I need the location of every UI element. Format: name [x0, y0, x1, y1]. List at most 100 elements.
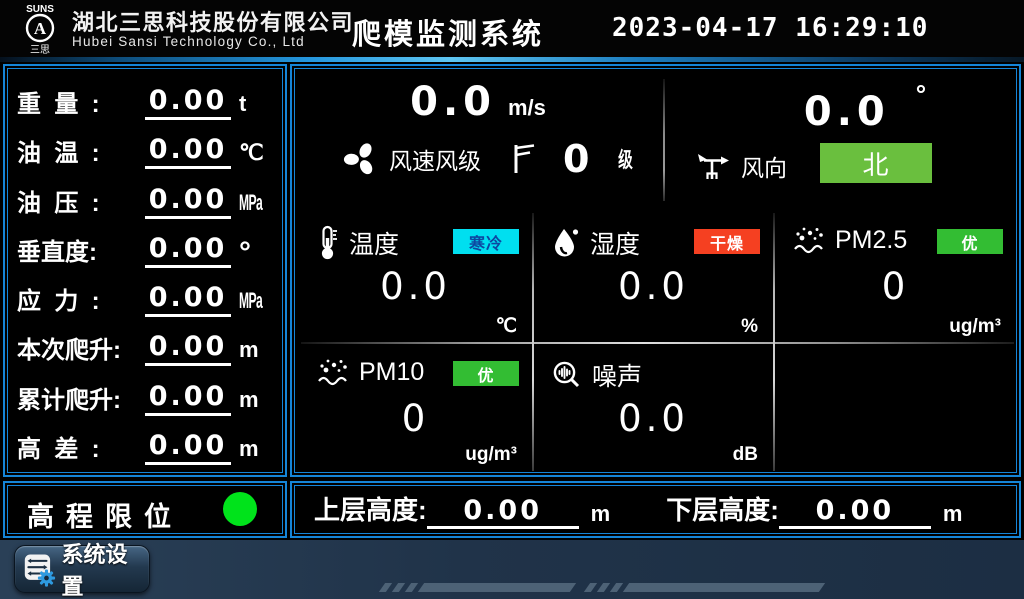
datetime-display: 2023-04-17 16:29:10 — [612, 13, 928, 43]
wind-speed-unit: m/s — [508, 95, 546, 121]
wind-speed-value-group: 0.0 m/s — [333, 79, 623, 125]
upper-height-value: 0.00 — [427, 495, 579, 529]
header-divider — [0, 57, 1024, 62]
metric-label: 应 力 : — [17, 281, 145, 319]
env-cell-name: 湿度 — [590, 225, 640, 261]
env-cell-pm10: PM10 优 0 ug/m³ — [301, 345, 530, 469]
footer-decoration — [382, 583, 822, 592]
env-cell-value: 0 — [301, 397, 530, 440]
metric-label: 重 量 : — [17, 84, 145, 122]
env-cell-name: PM10 — [359, 358, 424, 387]
metric-label: 油 温 : — [17, 133, 145, 171]
metric-value: 0.00 — [145, 233, 231, 268]
wind-direction-label-group: 风向 — [695, 149, 787, 183]
wind-direction-value: 0.0 — [804, 89, 890, 135]
metric-unit: m — [239, 337, 275, 368]
wind-flag-icon — [511, 142, 537, 176]
metric-row-stress: 应 力 : 0.00 MPa — [17, 273, 275, 319]
wind-direction-badge: 北 — [820, 143, 932, 183]
lower-height-group: 下层高度: 0.00 m — [666, 490, 962, 529]
metric-unit: MPa — [239, 190, 275, 221]
metric-unit: m — [239, 436, 275, 467]
sliders-gear-icon — [23, 550, 56, 588]
status-badge: 寒冷 — [453, 229, 519, 254]
metric-row-oil-temp: 油 温 : 0.00 ℃ — [17, 125, 275, 171]
metric-value: 0.00 — [145, 282, 231, 317]
env-cell-empty — [777, 345, 1014, 469]
wind-level-value: 0 — [563, 137, 589, 181]
metric-value: 0.00 — [145, 381, 231, 416]
env-cell-humidity: 湿度 干燥 0.0 % — [536, 213, 771, 341]
lower-height-unit: m — [943, 501, 963, 529]
env-cell-unit: dB — [733, 444, 758, 466]
metric-value: 0.00 — [145, 331, 231, 366]
metric-label: 油 压 : — [17, 183, 145, 221]
wind-speed-value: 0.0 — [410, 79, 496, 125]
elevation-limit-box: 高程限位 — [3, 481, 287, 538]
metrics-panel: 重 量 : 0.00 t 油 温 : 0.00 ℃ 油 压 : 0.00 MPa… — [3, 64, 287, 477]
company-name-en: Hubei Sansi Technology Co., Ltd — [72, 34, 305, 49]
metric-unit: ℃ — [239, 140, 275, 171]
svg-text:A: A — [34, 19, 47, 38]
metric-unit: MPa — [239, 288, 275, 319]
metric-row-verticality: 垂直度: 0.00 ° — [17, 224, 275, 270]
metric-row-current-climb: 本次爬升: 0.00 m — [17, 322, 275, 368]
metric-unit: ° — [239, 241, 275, 270]
wind-direction-unit: ° — [916, 79, 926, 109]
env-cell-name: 温度 — [349, 225, 399, 261]
env-cell-noise: 噪声 0.0 dB — [536, 345, 771, 469]
wind-direction-value-group: 0.0 ° — [755, 79, 975, 135]
status-badge: 干燥 — [694, 229, 760, 254]
env-cell-name: 噪声 — [592, 357, 642, 393]
env-cell-name: PM2.5 — [835, 226, 907, 255]
env-cell-temperature: 温度 寒冷 0.0 ℃ — [301, 213, 530, 341]
upper-height-label: 上层高度: — [314, 490, 427, 529]
metric-row-oil-pressure: 油 压 : 0.00 MPa — [17, 175, 275, 221]
svg-text:三思: 三思 — [30, 44, 50, 56]
wind-vane-icon — [695, 150, 731, 182]
env-cell-unit: ℃ — [496, 315, 517, 338]
grid-col-divider — [773, 213, 775, 471]
fan-icon — [343, 141, 379, 177]
wind-speed-label-group: 风速风级 0 级 — [343, 137, 636, 181]
app-window: SUNS A 三思 湖北三思科技股份有限公司 Hubei Sansi Techn… — [0, 0, 1024, 599]
dust-icon — [792, 225, 826, 255]
metric-row-height-diff: 高 差 : 0.00 m — [17, 421, 275, 467]
metric-label: 高 差 : — [17, 429, 145, 467]
metric-row-weight: 重 量 : 0.00 t — [17, 76, 275, 122]
system-settings-label: 系统设置 — [62, 537, 141, 599]
metric-value: 0.00 — [145, 184, 231, 219]
metric-label: 本次爬升: — [17, 330, 145, 368]
company-logo-icon: SUNS A 三思 — [14, 2, 66, 56]
header-bar: SUNS A 三思 湖北三思科技股份有限公司 Hubei Sansi Techn… — [0, 0, 1024, 57]
metric-label: 垂直度: — [17, 232, 145, 270]
elevation-limit-label: 高程限位 — [27, 495, 183, 534]
system-settings-button[interactable]: 系统设置 — [14, 545, 150, 593]
noise-magnifier-icon — [551, 359, 583, 391]
env-cell-value: 0.0 — [536, 265, 771, 308]
metric-label: 累计爬升: — [17, 380, 145, 418]
env-cell-unit: ug/m³ — [465, 444, 517, 466]
lower-height-value: 0.00 — [779, 495, 931, 529]
env-cell-unit: % — [741, 316, 758, 338]
env-cell-value: 0.0 — [536, 397, 771, 440]
metric-value: 0.00 — [145, 430, 231, 465]
status-badge: 优 — [937, 229, 1003, 254]
env-cell-unit: ug/m³ — [949, 316, 1001, 338]
grid-col-divider — [532, 213, 534, 471]
environment-panel: 0.0 m/s 风速风级 0 级 — [290, 64, 1021, 477]
metric-unit: t — [239, 91, 275, 122]
thermometer-icon — [316, 225, 340, 261]
metric-value: 0.00 — [145, 134, 231, 169]
lower-height-label: 下层高度: — [666, 490, 779, 529]
env-cell-value: 0.0 — [301, 265, 530, 308]
wind-section-divider — [663, 79, 665, 201]
svg-text:SUNS: SUNS — [26, 4, 54, 15]
page-title: 爬模监测系统 — [352, 11, 544, 53]
heights-box: 上层高度: 0.00 m 下层高度: 0.00 m — [290, 481, 1021, 538]
grid-row-divider — [301, 342, 1014, 344]
status-badge: 优 — [453, 361, 519, 386]
wind-speed-label: 风速风级 — [389, 142, 481, 176]
company-name-cn: 湖北三思科技股份有限公司 — [72, 5, 354, 37]
metric-row-total-climb: 累计爬升: 0.00 m — [17, 372, 275, 418]
